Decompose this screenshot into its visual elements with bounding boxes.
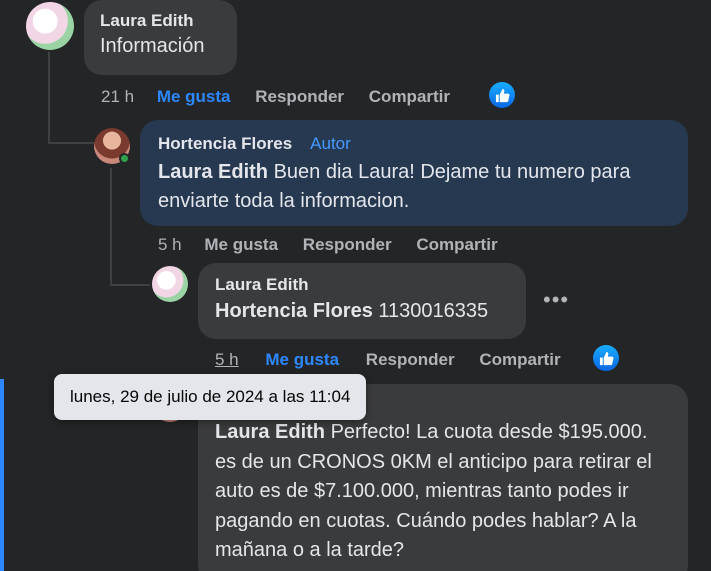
mention-link[interactable]: Hortencia Flores	[215, 300, 373, 322]
comment-time[interactable]: 21 h	[101, 87, 134, 106]
comment-actions: 5 h Me gusta Responder Compartir	[158, 235, 498, 255]
like-reaction-icon[interactable]	[489, 82, 515, 108]
comment-time[interactable]: 5 h	[215, 350, 239, 369]
comment-text: Laura Edith Perfecto! La cuota desde $19…	[215, 421, 652, 561]
comment-bubble: Laura Edith Hortencia Flores 1130016335	[198, 263, 526, 339]
comment-time[interactable]: 5 h	[158, 235, 182, 254]
more-options-button[interactable]: •••	[543, 287, 569, 313]
like-button[interactable]: Me gusta	[265, 350, 339, 369]
share-button[interactable]: Compartir	[479, 350, 560, 369]
timestamp-tooltip: lunes, 29 de julio de 2024 a las 11:04	[54, 374, 367, 420]
mention-link[interactable]: Laura Edith	[158, 161, 268, 183]
like-button[interactable]: Me gusta	[157, 87, 231, 106]
comment-bubble: Laura Edith Información	[84, 0, 237, 75]
like-button[interactable]: Me gusta	[204, 235, 278, 254]
comment-text: Hortencia Flores 1130016335	[215, 300, 489, 322]
author-badge: Autor	[304, 132, 357, 156]
reply-button[interactable]: Responder	[366, 350, 455, 369]
comment-author[interactable]: Laura Edith	[215, 275, 509, 295]
avatar[interactable]	[26, 2, 74, 50]
online-status-icon	[119, 153, 130, 164]
comment-author[interactable]: Laura Edith	[100, 11, 221, 31]
avatar[interactable]	[152, 266, 188, 302]
comment-bubble: Hortencia Flores Autor Laura Edith Buen …	[140, 120, 688, 226]
like-reaction-icon[interactable]	[593, 345, 619, 371]
comment-author[interactable]: Hortencia Flores	[158, 134, 292, 154]
share-button[interactable]: Compartir	[416, 235, 497, 254]
share-button[interactable]: Compartir	[369, 87, 450, 106]
reply-button[interactable]: Responder	[303, 235, 392, 254]
comment-actions: 21 h Me gusta Responder Compartir	[101, 87, 450, 107]
comment-actions: 5 h Me gusta Responder Compartir	[215, 350, 561, 370]
comment-text: Información	[100, 35, 205, 57]
reply-focus-bar	[0, 379, 4, 571]
mention-link[interactable]: Laura Edith	[215, 421, 325, 443]
reply-button[interactable]: Responder	[255, 87, 344, 106]
comment-text: Laura Edith Buen dia Laura! Dejame tu nu…	[158, 161, 631, 212]
